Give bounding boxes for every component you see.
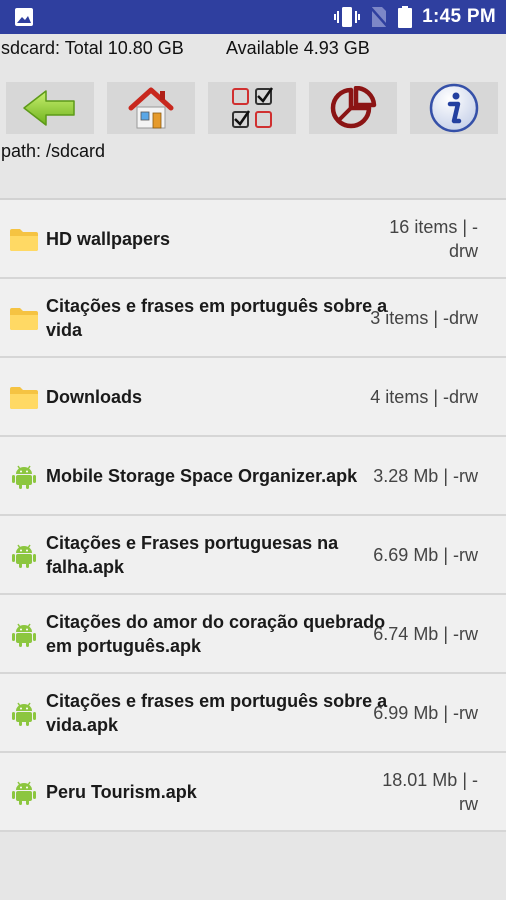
file-row[interactable]: Mobile Storage Space Organizer.apk 3.28 M… xyxy=(0,437,506,516)
available-storage: Available 4.93 GB xyxy=(226,38,370,58)
checklist-icon xyxy=(232,87,274,128)
file-row[interactable]: Citações e Frases portuguesas na falha.a… xyxy=(0,516,506,595)
file-name: HD wallpapers xyxy=(46,228,171,249)
pie-chart-icon xyxy=(330,86,377,129)
file-name: Citações e frases em português sobre a v… xyxy=(46,690,388,735)
file-row[interactable]: Downloads 4 items | -drw xyxy=(0,358,506,437)
folder-icon xyxy=(9,384,39,410)
storage-chart-button[interactable] xyxy=(309,82,397,134)
file-name: Mobile Storage Space Organizer.apk xyxy=(46,465,358,486)
file-row[interactable]: Citações do amor do coração quebrado em … xyxy=(0,595,506,674)
file-meta: 6.74 Mb | -rw xyxy=(373,623,478,644)
file-meta: 3.28 Mb | -rw xyxy=(373,465,478,486)
back-arrow-icon xyxy=(23,90,75,126)
battery-icon xyxy=(398,6,413,28)
file-meta: 18.01 Mb | -rw xyxy=(382,769,478,814)
file-row[interactable]: Citações e frases em português sobre a v… xyxy=(0,674,506,753)
android-icon xyxy=(9,700,39,726)
clock: 1:45 PM xyxy=(422,6,496,27)
android-icon xyxy=(9,463,39,489)
file-meta: 3 items | -drw xyxy=(370,307,478,328)
info-button[interactable] xyxy=(410,82,498,134)
file-meta: 6.69 Mb | -rw xyxy=(373,544,478,565)
file-name: Citações do amor do coração quebrado em … xyxy=(46,611,386,656)
file-row[interactable]: Peru Tourism.apk 18.01 Mb | -rw xyxy=(0,753,506,832)
android-icon xyxy=(9,542,39,568)
file-name: Downloads xyxy=(46,386,143,407)
back-button[interactable] xyxy=(6,82,94,134)
file-list: HD wallpapers 16 items | -drw Citações e f… xyxy=(0,198,506,832)
image-icon xyxy=(15,8,33,26)
vibrate-icon xyxy=(334,7,361,27)
android-icon xyxy=(9,779,39,805)
file-row[interactable]: Citações e frases em português sobre a v… xyxy=(0,279,506,358)
toolbar xyxy=(0,80,506,136)
file-name: Peru Tourism.apk xyxy=(46,781,197,802)
current-path: path: /sdcard xyxy=(1,141,106,161)
total-storage: sdcard: Total 10.80 GB xyxy=(1,38,184,58)
no-sim-icon xyxy=(370,7,389,27)
home-button[interactable] xyxy=(107,82,195,134)
home-icon xyxy=(128,87,174,129)
storage-summary: sdcard: Total 10.80 GB Available 4.93 GB xyxy=(0,36,506,62)
folder-icon xyxy=(9,305,39,331)
info-icon xyxy=(429,83,479,133)
folder-icon xyxy=(9,226,39,252)
file-meta: 6.99 Mb | -rw xyxy=(373,702,478,723)
file-name: Citações e frases em português sobre a v… xyxy=(46,295,388,340)
select-button[interactable] xyxy=(208,82,296,134)
file-meta: 16 items | -drw xyxy=(389,216,478,261)
file-meta: 4 items | -drw xyxy=(370,386,478,407)
file-name: Citações e Frases portuguesas na falha.a… xyxy=(46,532,339,577)
file-row[interactable]: HD wallpapers 16 items | -drw xyxy=(0,200,506,279)
status-bar: 1:45 PM xyxy=(0,0,506,34)
android-icon xyxy=(9,621,39,647)
